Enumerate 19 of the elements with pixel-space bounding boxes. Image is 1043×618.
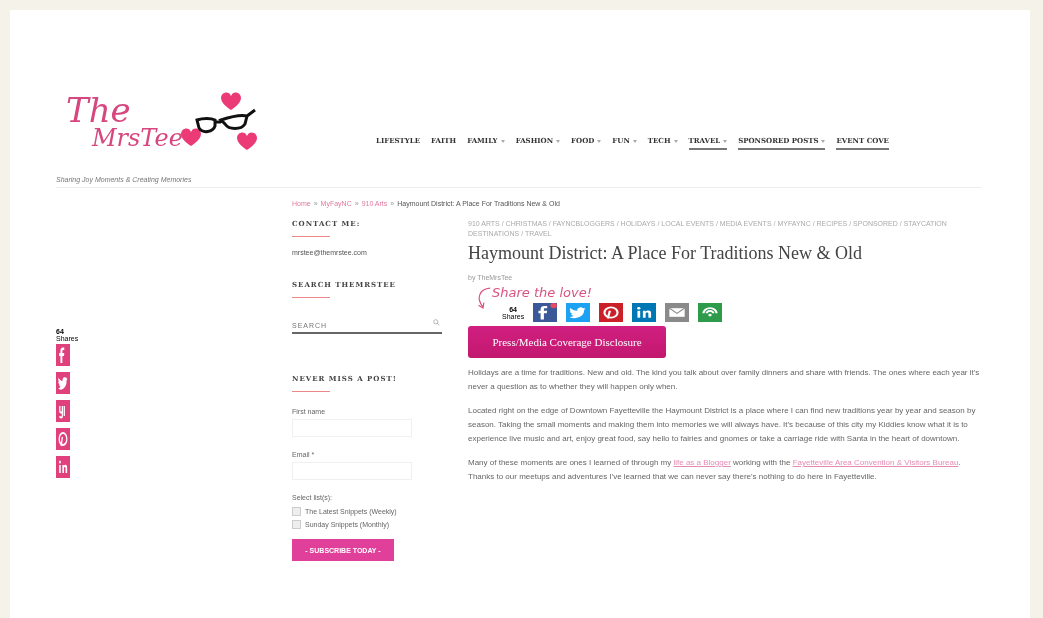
facebook-icon[interactable]	[533, 303, 558, 322]
site-logo[interactable]: The MrsTee	[56, 84, 266, 170]
search-icon	[433, 319, 440, 326]
facebook-icon[interactable]	[56, 344, 70, 366]
checkbox[interactable]	[292, 507, 301, 516]
share-heading: Share the love!	[492, 285, 592, 300]
linkedin-icon[interactable]	[632, 303, 657, 322]
twitter-icon[interactable]	[56, 372, 70, 394]
paragraph: Located right on the edge of Downtown Fayetteville the Haymount District is a place where I can find new traditions year by year and season by season. Taking the small moments and making them into memories we will always have. It's because of this city my Kiddies know what it is to experience live music and art, enjoy great food, say hello to fairies and gnomes or take a carriage ride with Santa in the heart of downtown.	[468, 405, 977, 445]
disclosure-button[interactable]: Press/Media Coverage Disclosure	[468, 326, 666, 358]
twitter-icon[interactable]	[566, 303, 591, 322]
checkbox[interactable]	[292, 520, 301, 529]
paragraph: Many of these moments are ones I learned of through my life as a Blogger working with the Fayetteville Area Convention & Visitors Bureau. Thanks to our meetups and adventures I've learned that we can never say there's nothing to do here in Fayetteville.	[468, 457, 962, 483]
article-title: Haymount District: A Place For Traditions New & Old	[468, 243, 863, 264]
email-icon[interactable]	[665, 303, 690, 322]
pinterest-icon[interactable]	[599, 303, 624, 322]
pinterest-icon[interactable]	[56, 428, 70, 450]
linkedin-icon[interactable]	[56, 456, 70, 478]
paragraph: Holidays are a time for traditions. New and old. The kind you talk about over family dinners and share with friends. The ones where each year it's never a question as to whether they will happen only when.	[468, 367, 980, 393]
